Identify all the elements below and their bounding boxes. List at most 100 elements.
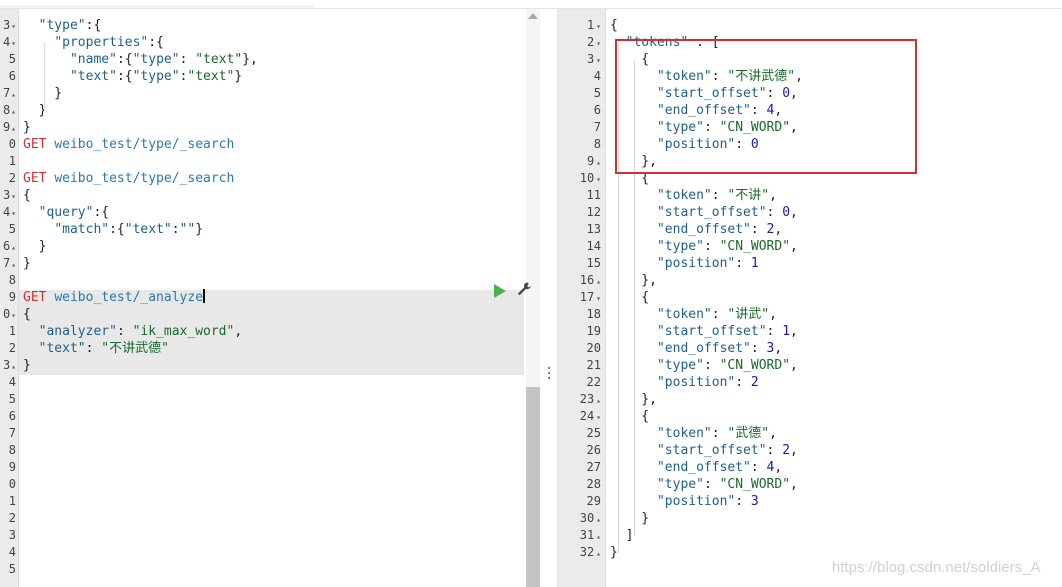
response-line-number: 9 ▴ <box>587 153 601 170</box>
line-number-text: 15 <box>586 256 601 270</box>
request-code-line[interactable]: } <box>23 119 31 136</box>
fold-toggle-icon[interactable]: ▴ <box>596 515 601 524</box>
code-token: GET <box>23 137 47 152</box>
response-code-line: "token": "武德", <box>610 425 777 442</box>
fold-toggle-icon[interactable]: ▾ <box>596 175 601 184</box>
fold-toggle-icon[interactable]: ▴ <box>596 549 601 558</box>
line-number-text: 14 <box>586 239 601 253</box>
request-code-line[interactable]: GET weibo_test/type/_search <box>23 170 234 187</box>
fold-toggle-icon[interactable]: ▴ <box>11 243 16 252</box>
response-code-line: ] <box>610 527 634 544</box>
code-token: : <box>766 443 783 458</box>
request-code-line[interactable]: } <box>23 357 31 374</box>
fold-toggle-icon[interactable]: ▾ <box>11 22 16 31</box>
request-code-line[interactable]: "text":{"type":"text"} <box>23 68 242 85</box>
response-code-line: "token": "不讲", <box>610 187 777 204</box>
code-token: "token" <box>656 188 712 203</box>
request-line-number: 5 <box>9 221 16 238</box>
line-number-text: 7 <box>593 120 601 134</box>
fold-toggle-icon[interactable]: ▴ <box>596 396 601 405</box>
code-token: "text" <box>124 222 172 237</box>
response-line-number: 4 <box>594 68 601 85</box>
request-code-line[interactable]: "text": "不讲武德" <box>23 340 169 357</box>
indent-guide <box>44 43 45 111</box>
line-number-text: 13 <box>586 222 601 236</box>
line-number-text: 8 <box>593 137 601 151</box>
code-token: , <box>790 324 798 339</box>
code-token: : <box>711 426 728 441</box>
response-line-number: 2 ▾ <box>587 34 601 51</box>
line-number-text: 30 <box>579 511 595 525</box>
request-code-line[interactable]: } <box>23 102 47 119</box>
code-token: "CN_WORD" <box>719 358 791 373</box>
request-code-line[interactable]: "analyzer": "ik_max_word", <box>23 323 243 340</box>
fold-toggle-icon[interactable]: ▾ <box>11 192 16 201</box>
play-icon[interactable] <box>494 284 506 298</box>
fold-toggle-icon[interactable]: ▾ <box>596 56 601 65</box>
request-code-line[interactable]: } <box>23 238 47 255</box>
request-code-line[interactable]: "query":{ <box>23 204 109 221</box>
fold-toggle-icon[interactable]: ▴ <box>596 532 601 541</box>
request-line-number: 5 <box>9 561 16 578</box>
request-line-number: 1 <box>9 323 16 340</box>
code-token: , <box>769 307 777 322</box>
code-token: } <box>23 103 47 118</box>
fold-toggle-icon[interactable]: ▾ <box>11 209 16 218</box>
response-line-number: 22 <box>587 374 601 391</box>
response-code-line: "position": 2 <box>610 374 759 391</box>
scrollbar-thumb[interactable] <box>526 387 540 587</box>
line-number-text: 6 <box>8 69 16 83</box>
request-line-number: 6 <box>9 68 16 85</box>
request-code-line[interactable]: { <box>23 306 31 323</box>
fold-toggle-icon[interactable]: ▴ <box>11 260 16 269</box>
active-tab-indicator[interactable] <box>0 5 315 8</box>
request-line-number: 8 <box>9 442 16 459</box>
fold-toggle-icon[interactable]: ▾ <box>596 22 601 31</box>
fold-toggle-icon[interactable]: ▾ <box>596 39 601 48</box>
fold-toggle-icon[interactable]: ▴ <box>11 362 16 371</box>
code-token: "start_offset" <box>656 324 767 339</box>
fold-toggle-icon[interactable]: ▴ <box>11 90 16 99</box>
line-number-text: 4 <box>8 375 16 389</box>
request-line-number: 0 <box>9 136 16 153</box>
fold-toggle-icon[interactable]: ▴ <box>11 124 16 133</box>
request-code-line[interactable]: GET weibo_test/type/_search <box>23 136 234 153</box>
request-code-line[interactable]: } <box>23 85 62 102</box>
code-token: : <box>766 324 783 339</box>
request-code-line[interactable]: "match":{"text":""} <box>23 221 203 238</box>
request-line-number: 3▾ <box>3 17 16 34</box>
fold-toggle-icon[interactable]: ▾ <box>11 39 16 48</box>
code-token: } <box>23 256 31 271</box>
request-editor[interactable]: 3▾ 4▾ 5 6 7▴ 8▴ 9▴ 0 1 2 3▾ 4▾ 5 6▴ 7▴ 8 9 0▾ 1 2 3▴ 4 5 6 7 8 9 0 1… <box>0 9 540 587</box>
fold-toggle-icon[interactable]: ▾ <box>596 294 601 303</box>
fold-toggle-icon[interactable]: ▴ <box>596 277 601 286</box>
code-token: : <box>766 205 783 220</box>
fold-toggle-icon[interactable]: ▴ <box>596 158 601 167</box>
line-number-text: 25 <box>586 426 601 440</box>
code-token: "不讲" <box>727 188 770 203</box>
fold-toggle-icon[interactable]: ▾ <box>11 311 16 320</box>
request-code-line[interactable]: } <box>23 255 31 272</box>
response-line-number: 7 <box>594 119 601 136</box>
pane-resize-handle[interactable]: · · · <box>545 362 553 386</box>
line-number-text: 4 <box>2 205 11 219</box>
request-code-line[interactable]: GET weibo_test/_analyze <box>23 289 206 306</box>
request-code-area[interactable]: "type":{ "properties":{ "name":{"type": … <box>19 9 524 587</box>
wrench-icon[interactable] <box>516 281 532 299</box>
line-number-text: 12 <box>586 205 601 219</box>
fold-toggle-icon[interactable]: ▴ <box>11 107 16 116</box>
request-code-line[interactable]: "name":{"type": "text"}, <box>23 51 258 68</box>
scroll-up-arrow-icon[interactable] <box>528 13 538 19</box>
line-number-text: 4 <box>2 35 11 49</box>
request-code-line[interactable]: { <box>23 187 31 204</box>
code-token: : <box>703 239 720 254</box>
request-line-number: 4 <box>9 544 16 561</box>
request-line-number: 0▾ <box>3 306 16 323</box>
response-line-gutter: 1 ▾ 2 ▾ 3 ▾ 4 5 6 7 8 9 ▴ 10 ▾ 11 12 13 14 15 16 ▴ 17 ▾ 18 19 20 21… <box>557 9 606 587</box>
fold-toggle-icon[interactable]: ▾ <box>596 413 601 422</box>
response-code-line: "end_offset": 3, <box>610 340 782 357</box>
request-line-number: 1 <box>9 153 16 170</box>
code-token: "match" <box>54 222 110 237</box>
request-code-line[interactable]: "type":{ <box>23 17 102 34</box>
